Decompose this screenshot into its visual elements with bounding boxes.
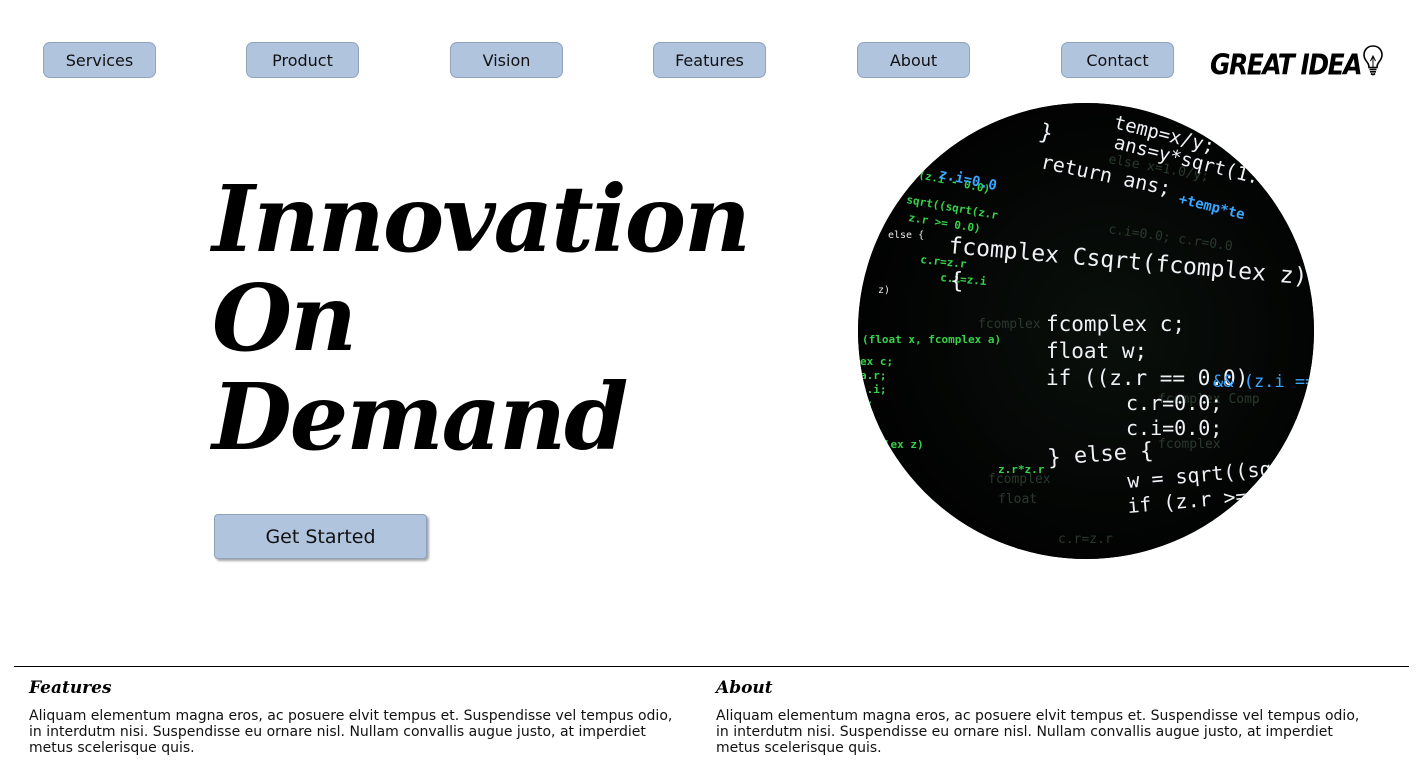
footer-divider [14, 666, 1409, 667]
hero-title-line: On [212, 264, 357, 372]
svg-text:fcomplex: fcomplex [978, 317, 1041, 332]
lightbulb-icon [1362, 44, 1384, 80]
svg-text:omplex z): omplex z) [864, 438, 924, 451]
svg-text:else {: else { [888, 230, 924, 241]
nav-services-button[interactable]: Services [43, 42, 156, 78]
svg-text:float: float [998, 492, 1037, 507]
svg-text:(float x, fcomplex a): (float x, fcomplex a) [862, 333, 1001, 346]
svg-text:ex c;: ex c; [860, 355, 893, 368]
nav-contact-button[interactable]: Contact [1061, 42, 1174, 78]
code-screen-graphic: else x=1.0/y; c.i=0.0; c.r=0.0 fcomplex … [858, 103, 1314, 559]
svg-text:fcomplex c;: fcomplex c; [1046, 312, 1185, 336]
svg-text:a.r;: a.r; [860, 369, 887, 382]
logo-text: GREAT IDEA [1210, 47, 1363, 81]
nav-about-button[interactable]: About [857, 42, 970, 78]
svg-text:c.r: c.r [1192, 524, 1226, 548]
svg-text:z): z) [878, 285, 890, 296]
svg-text:z.r*z.r: z.r*z.r [998, 463, 1045, 476]
svg-text:c;: c; [860, 405, 872, 416]
hero-title-line: Demand [212, 363, 629, 471]
hero-title: Innovation On Demand [212, 165, 751, 471]
svg-text:c.i=0.0;: c.i=0.0; [1126, 416, 1222, 440]
hero-code-image: else x=1.0/y; c.i=0.0; c.r=0.0 fcomplex … [858, 103, 1314, 559]
svg-text:c.r=z.r: c.r=z.r [1058, 532, 1113, 547]
nav-features-button[interactable]: Features [653, 42, 766, 78]
svg-text:c.r=0.0;: c.r=0.0; [1126, 391, 1222, 415]
footer-features-text: Aliquam elementum magna eros, ac posuere… [29, 708, 673, 756]
hero-title-line: Innovation [212, 165, 751, 273]
footer-about-text: Aliquam elementum magna eros, ac posuere… [716, 708, 1360, 756]
nav-product-button[interactable]: Product [246, 42, 359, 78]
footer-about-section: About Aliquam elementum magna eros, ac p… [716, 676, 1376, 756]
get-started-button[interactable]: Get Started [214, 514, 427, 559]
svg-text:a.i;: a.i; [860, 383, 887, 396]
footer-features-heading: Features [29, 678, 112, 698]
logo[interactable]: GREAT IDEA [1210, 44, 1384, 84]
svg-text:{: { [950, 269, 963, 294]
page: Services Product Vision Features About C… [0, 0, 1421, 762]
footer-features-section: Features Aliquam elementum magna eros, a… [29, 676, 689, 756]
svg-text:&& (z.i == 0.0)): && (z.i == 0.0)) [1213, 372, 1314, 392]
svg-text:float w;: float w; [1046, 339, 1147, 363]
footer-about-heading: About [716, 678, 773, 698]
nav-vision-button[interactable]: Vision [450, 42, 563, 78]
